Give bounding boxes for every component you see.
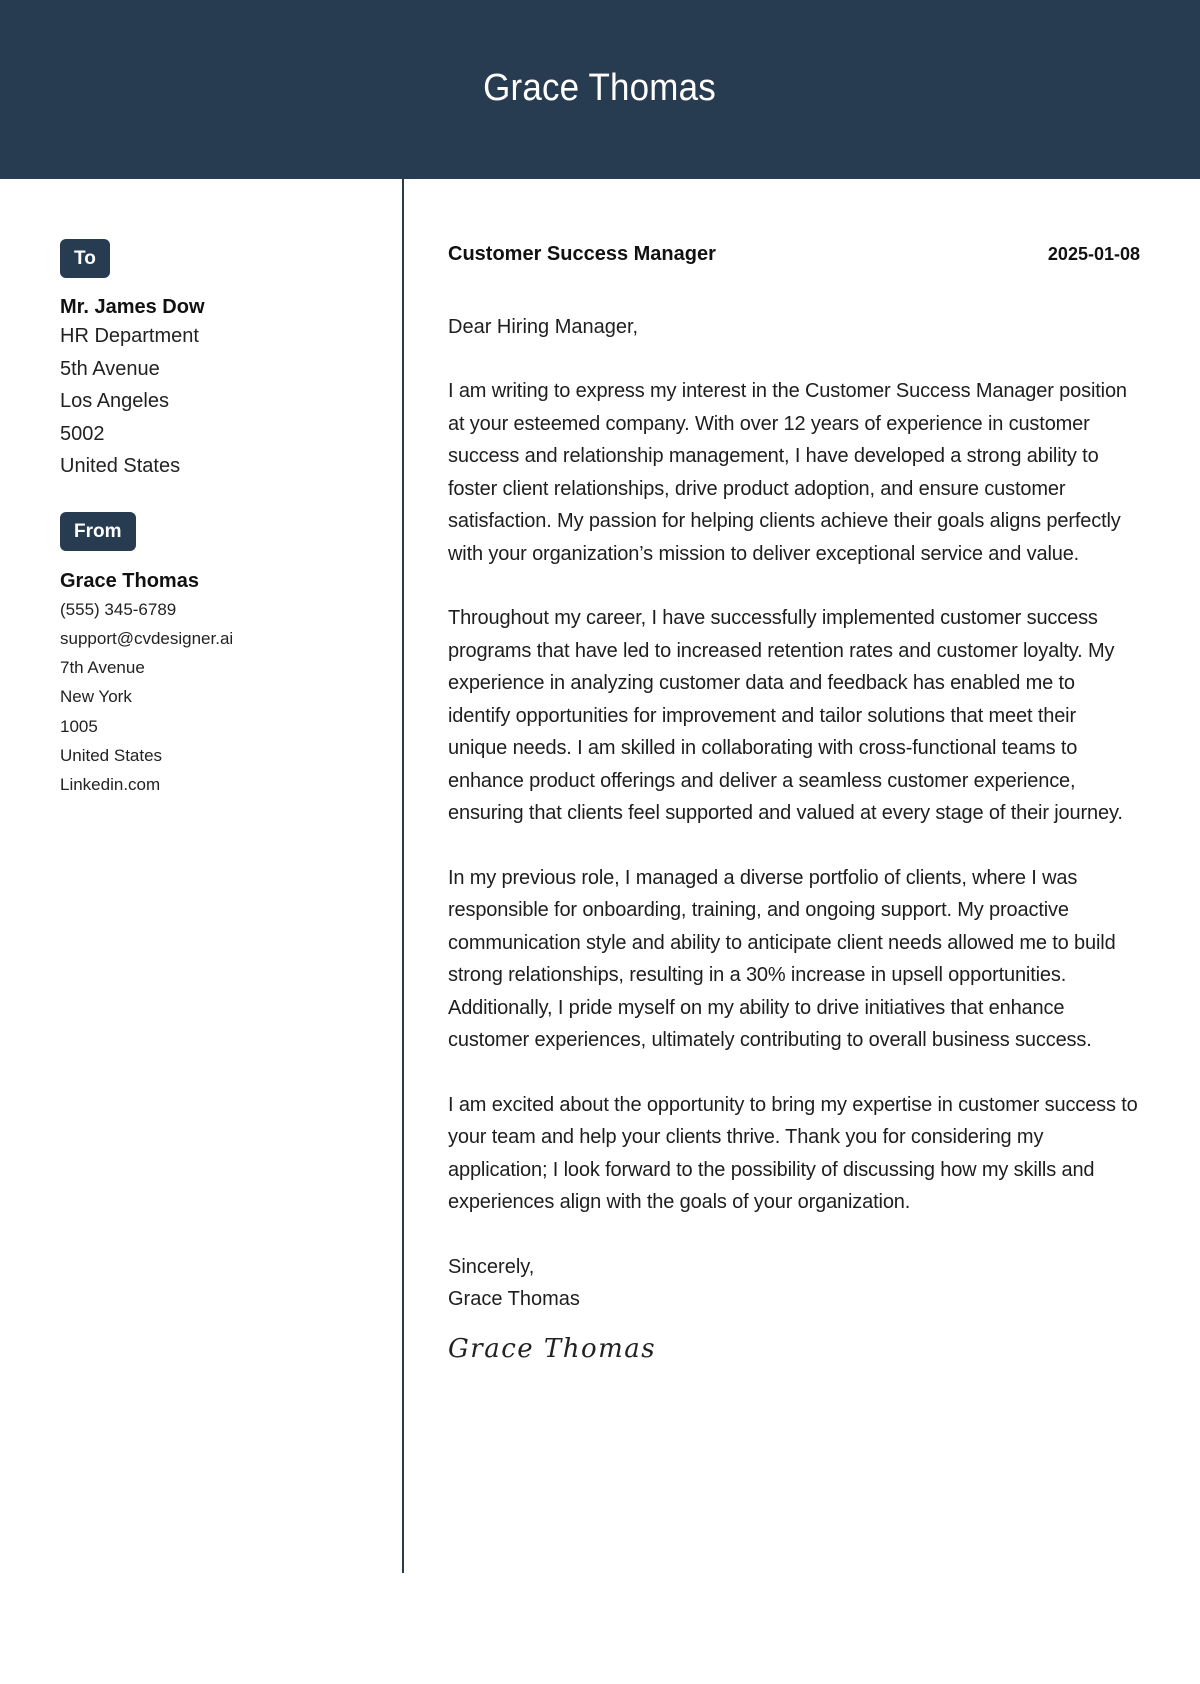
closing-name: Grace Thomas [448,1288,580,1310]
signature: Grace Thomas [448,1333,657,1364]
sender-name: Grace Thomas [60,569,199,592]
paragraph-previous-role: In my previous role, I managed a diverse… [448,866,1116,1052]
to-badge: To [60,239,110,278]
sender-street: 7th Avenue [60,658,145,678]
paragraph-career: Throughout my career, I have successfull… [448,607,1123,824]
sender-city: New York [60,687,132,707]
from-badge: From [60,511,136,551]
sender-country: United States [60,745,163,765]
sender-linkedin[interactable]: Linkedin.com [60,770,380,799]
page-header: Grace Thomas [0,0,1200,179]
column-divider [402,179,404,1573]
closing-block: Sincerely, Grace Thomas [448,1251,1140,1316]
sidebar: To Mr. James Dow HR Department 5th Avenu… [60,239,380,800]
sender-email[interactable]: support@cvdesigner.ai [60,624,380,653]
sender-postcode: 1005 [60,716,98,736]
recipient-postcode: 5002 [60,422,105,445]
letter-heading: Customer Success Manager 2025-01-08 [448,243,1140,266]
sender-phone: (555) 345-6789 [60,599,177,619]
recipient-department: HR Department [60,325,199,347]
paragraph-closing: I am excited about the opportunity to br… [448,1093,1138,1214]
closing-phrase: Sincerely, [448,1255,535,1278]
letter-body: Customer Success Manager 2025-01-08 Dear… [448,243,1140,1364]
sender-block: From Grace Thomas (555) 345-6789 support… [60,511,380,800]
recipient-country: United States [60,455,181,477]
paragraph-intro: I am writing to express my interest in t… [448,380,1127,565]
applicant-name: Grace Thomas [483,67,717,109]
recipient-street: 5th Avenue [60,357,160,380]
salutation: Dear Hiring Manager, [448,316,639,338]
recipient-block: To Mr. James Dow HR Department 5th Avenu… [60,239,380,483]
position-title: Customer Success Manager [448,243,716,265]
recipient-city: Los Angeles [60,390,169,412]
letter-date: 2025-01-08 [1047,244,1140,264]
recipient-name: Mr. James Dow [60,296,205,318]
